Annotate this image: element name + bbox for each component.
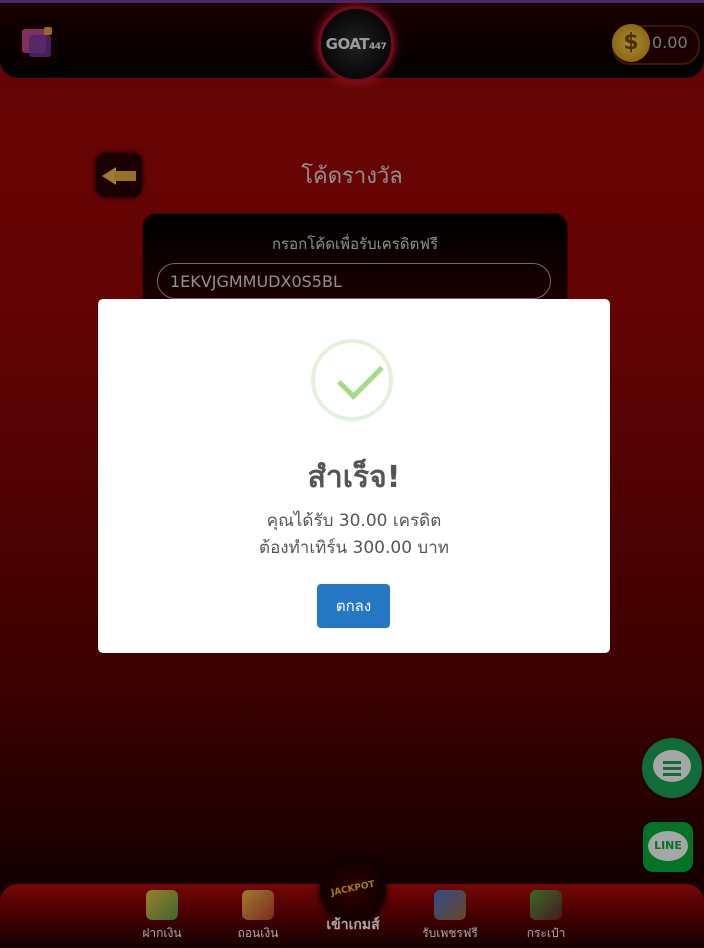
success-modal: สำเร็จ! คุณได้รับ 30.00 เครดิต ต้องทำเทิ… — [98, 299, 610, 653]
success-check-icon — [311, 339, 393, 421]
modal-credit-text: คุณได้รับ 30.00 เครดิต — [266, 511, 442, 531]
modal-turnover-text: ต้องทำเทิร์น 300.00 บาท — [259, 538, 449, 558]
ok-button[interactable]: ตกลง — [317, 584, 390, 628]
modal-title: สำเร็จ! — [307, 460, 401, 495]
